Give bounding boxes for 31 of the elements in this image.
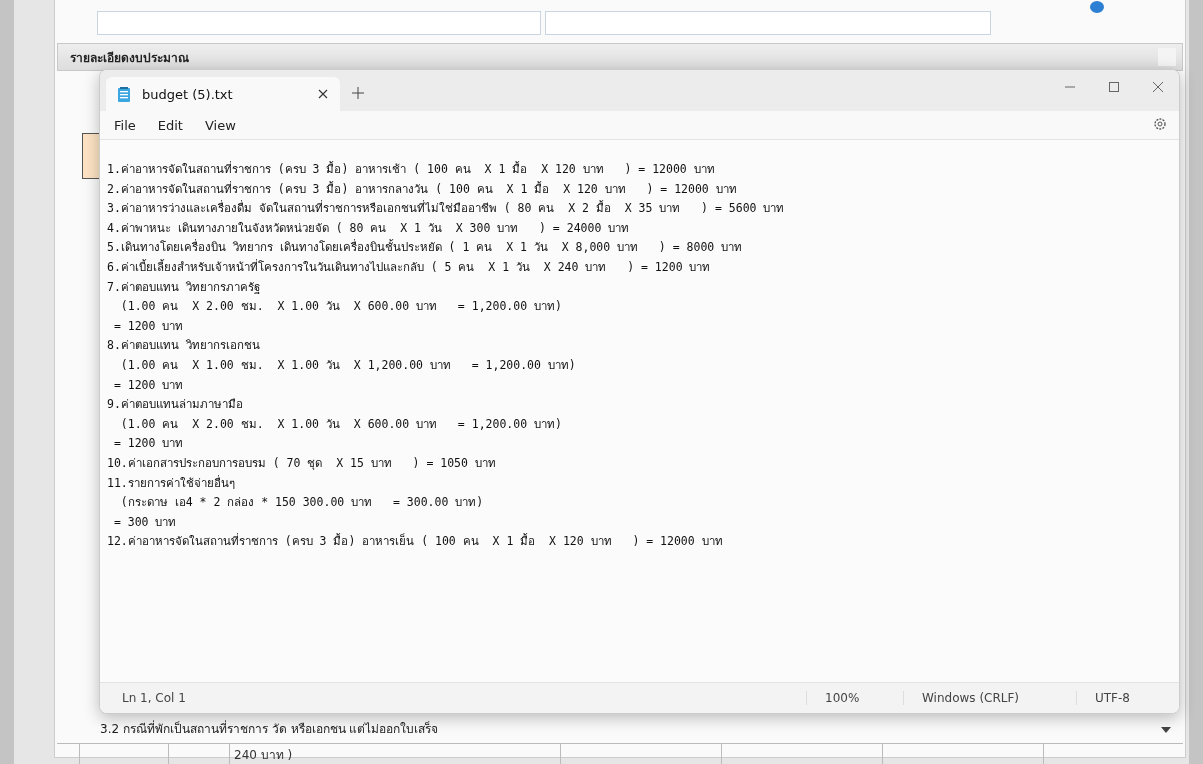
text-line: (1.00 คน X 2.00 ชม. X 1.00 วัน X 600.00 บาท = 1,200.00 บาท) bbox=[119, 415, 563, 433]
text-line: (1.00 คน X 1.00 ชม. X 1.00 วัน X 1,200.00 บาท = 1,200.00 บาท) bbox=[119, 356, 577, 374]
status-text: UTF-8 bbox=[1095, 691, 1130, 705]
menu-item[interactable]: File bbox=[106, 113, 144, 137]
text-line: = 300 บาท bbox=[112, 513, 178, 531]
status-text: Windows (CRLF) bbox=[922, 691, 1020, 705]
text-line: = 1200 บาท bbox=[112, 435, 185, 453]
text-line: 12.ค่าอาหารจัดในสถานที่ราชการ (ครบ 3 มื้อ) อาหารเย็น ( 100 คน X 1 มื้อ X 120 บาท ) = 12000 บาท bbox=[107, 532, 724, 551]
status-text: 100% bbox=[825, 691, 860, 705]
menu-item[interactable]: View bbox=[196, 113, 244, 137]
table-cell-text: 240 บาท ) bbox=[233, 748, 293, 762]
text-line: = 1200 บาท bbox=[112, 376, 185, 394]
text-line: 1.ค่าอาหารจัดในสถานที่ราชการ (ครบ 3 มื้อ) อาหารเช้า ( 100 คน X 1 มื้อ X 120 บาท ) = 12000 บาท bbox=[107, 160, 716, 178]
text-line: 5.เดินทางโดยเครื่องบิน วิทยากร เดินทางโดยเครื่องบินชั้นประหยัด ( 1 คน X 1 วัน X 8,000 บาท ) = 8000 บาท bbox=[107, 238, 744, 257]
text-line: 6.ค่าเบี้ยเลี้ยงสำหรับเจ้าหน้าที่โครงการในวันเดินทางไปและกลับ ( 5 คน X 1 วัน X 240 บาท ) = 1200 บาท bbox=[107, 258, 712, 276]
status-text: Ln 1, Col 1 bbox=[122, 691, 186, 705]
text-line: 9.ค่าตอบแทนล่ามภาษามือ bbox=[107, 396, 244, 414]
file-tab[interactable]: budget (5).txt bbox=[106, 77, 340, 111]
section-header: รายละเอียดงบประมาณ bbox=[57, 43, 1183, 71]
text-line: 10.ค่าเอกสารประกอบการอบรม ( 70 ชุด X 15 บาท ) = 1050 บาท bbox=[107, 454, 497, 472]
text-line: 4.ค่าพาหนะ เดินทางภายในจังหวัดหน่วยจัด ( 80 คน X 1 วัน X 300 บาท ) = 24000 บาท bbox=[107, 219, 631, 237]
text-line: 11.รายการค่าใช้จ่ายอื่นๆ bbox=[107, 474, 236, 492]
text-line: 8.ค่าตอบแทน วิทยากรเอกชน bbox=[107, 337, 261, 355]
text-line: (1.00 คน X 2.00 ชม. X 1.00 วัน X 600.00 บาท = 1,200.00 บาท) bbox=[119, 298, 563, 316]
text-line: = 1200 บาท bbox=[112, 317, 185, 335]
menu-item[interactable]: Edit bbox=[149, 113, 191, 137]
text-line: 3.ค่าอาหารว่างและเครื่องดื่ม จัดในสถานที่ราชการหรือเอกชนที่ไม่ใช่มืออาชีพ ( 80 คน X 2 มื้อ X 35 บาท ) = 5600 บาท bbox=[107, 199, 786, 218]
note-text: 3.2 กรณีที่พักเป็นสถานที่ราชการ วัด หรือเอกชน แต่ไม่ออกใบเสร็จ bbox=[100, 719, 439, 738]
text-line: (กระดาษ เอ4 * 2 กล่อง * 150 300.00 บาท = 300.00 บาท) bbox=[119, 494, 485, 512]
text-line: 7.ค่าตอบแทน วิทยากรภาครัฐ bbox=[107, 278, 261, 296]
text-line: 2.ค่าอาหารจัดในสถานที่ราชการ (ครบ 3 มื้อ) อาหารกลางวัน ( 100 คน X 1 มื้อ X 120 บาท ) = 12000 บาท bbox=[107, 180, 738, 198]
